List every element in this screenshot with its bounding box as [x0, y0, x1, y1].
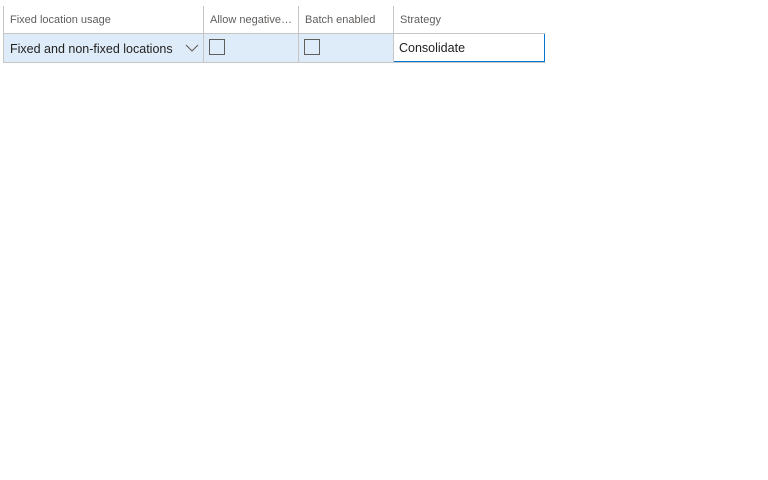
column-header-label: Batch enabled	[305, 14, 376, 26]
allow-negative-inventory-cell	[204, 34, 299, 62]
grid-header-row: Fixed location usage Allow negative inve…	[4, 6, 545, 34]
batch-enabled-checkbox[interactable]	[304, 39, 320, 55]
table-row[interactable]: Fixed and non-fixed locations Consolidat…	[4, 34, 545, 63]
column-header-label: Strategy	[400, 14, 441, 26]
column-header-label: Allow negative inventory	[210, 14, 294, 26]
column-header-strategy[interactable]: Strategy	[394, 6, 545, 33]
column-header-allow-negative-inventory[interactable]: Allow negative inventory	[204, 6, 299, 33]
strategy-value: Consolidate	[399, 41, 466, 55]
strategy-field[interactable]: Consolidate	[394, 34, 545, 62]
column-header-label: Fixed location usage	[10, 14, 111, 26]
chevron-down-icon[interactable]	[185, 41, 199, 55]
strategy-cell: Consolidate	[394, 34, 545, 62]
column-header-fixed-location-usage[interactable]: Fixed location usage	[4, 6, 204, 33]
batch-enabled-cell	[299, 34, 394, 62]
fixed-location-usage-dropdown[interactable]: Fixed and non-fixed locations	[4, 34, 204, 62]
data-grid: Fixed location usage Allow negative inve…	[3, 6, 545, 63]
fixed-location-usage-value: Fixed and non-fixed locations	[10, 42, 173, 56]
allow-negative-inventory-checkbox[interactable]	[209, 39, 225, 55]
column-header-batch-enabled[interactable]: Batch enabled	[299, 6, 394, 33]
